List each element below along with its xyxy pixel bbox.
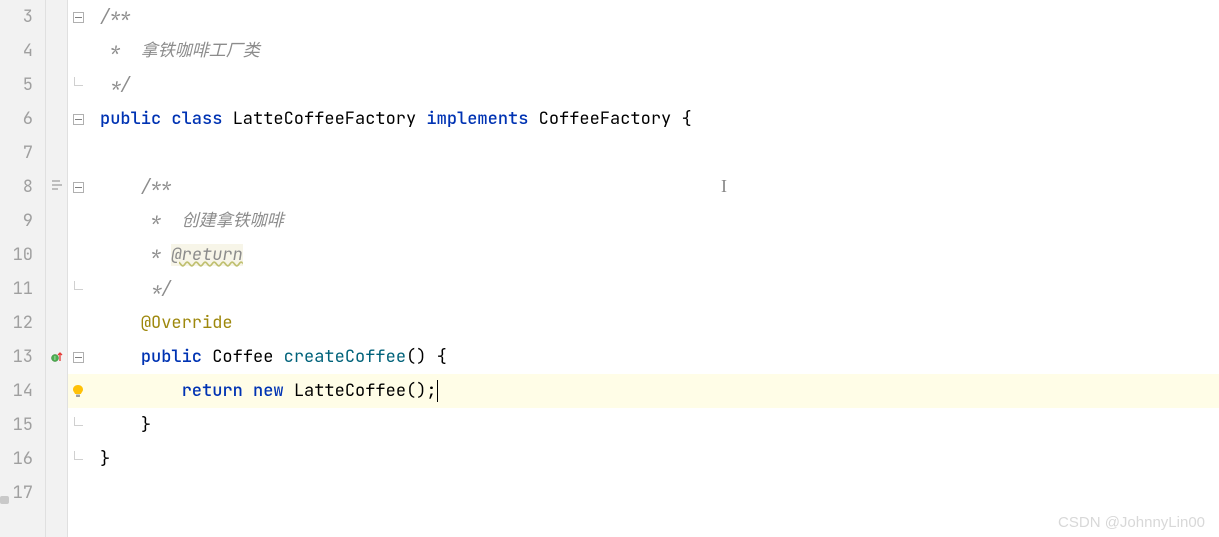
code-line: /**: [88, 170, 1219, 204]
fold-end-icon: [74, 417, 83, 426]
svg-text:I: I: [54, 356, 55, 362]
line-number[interactable]: 9: [0, 204, 41, 238]
line-number[interactable]: 6: [0, 102, 41, 136]
code-line: * @return: [88, 238, 1219, 272]
bookmark-icon[interactable]: [51, 178, 63, 197]
line-number[interactable]: 12: [0, 306, 41, 340]
code-line: @Override: [88, 306, 1219, 340]
code-line: public class LatteCoffeeFactory implemen…: [88, 102, 1219, 136]
fold-toggle-icon[interactable]: [73, 12, 84, 23]
fold-end-icon: [74, 451, 83, 460]
code-text-area[interactable]: /** * 拿铁咖啡工厂类 */ public class LatteCoffe…: [88, 0, 1219, 537]
line-number[interactable]: 3: [0, 0, 41, 34]
code-line: /**: [88, 0, 1219, 34]
scrollbar-thumb[interactable]: [0, 496, 9, 504]
line-number[interactable]: 14: [0, 374, 41, 408]
intention-bulb-icon[interactable]: [71, 384, 85, 398]
fold-end-icon: [74, 77, 83, 86]
code-editor: 3 4 5 6 7 8 9 10 11 12 13 14 15 16 17 I: [0, 0, 1219, 537]
override-up-icon[interactable]: I: [51, 351, 63, 363]
line-number[interactable]: 17: [0, 476, 41, 510]
fold-toggle-icon[interactable]: [73, 114, 84, 125]
code-line: * 拿铁咖啡工厂类: [88, 34, 1219, 68]
fold-end-icon: [74, 281, 83, 290]
fold-toggle-icon[interactable]: [73, 352, 84, 363]
watermark-text: CSDN @JohnnyLin00: [1058, 514, 1205, 531]
text-caret: [437, 380, 438, 402]
line-number[interactable]: 16: [0, 442, 41, 476]
code-line: public Coffee createCoffee() {: [88, 340, 1219, 374]
line-number[interactable]: 7: [0, 136, 41, 170]
line-number-gutter: 3 4 5 6 7 8 9 10 11 12 13 14 15 16 17: [0, 0, 46, 537]
code-line: [88, 136, 1219, 170]
mouse-text-cursor-icon: I: [721, 176, 727, 197]
fold-column: [68, 0, 88, 537]
code-line: [88, 476, 1219, 510]
gutter-icon-column: I: [46, 0, 68, 537]
code-line: }: [88, 442, 1219, 476]
code-line-current: return new LatteCoffee();: [88, 374, 1219, 408]
line-number[interactable]: 10: [0, 238, 41, 272]
code-line: }: [88, 408, 1219, 442]
line-number[interactable]: 4: [0, 34, 41, 68]
line-number[interactable]: 5: [0, 68, 41, 102]
code-line: */: [88, 68, 1219, 102]
fold-toggle-icon[interactable]: [73, 182, 84, 193]
line-number[interactable]: 13: [0, 340, 41, 374]
line-number[interactable]: 15: [0, 408, 41, 442]
line-number[interactable]: 8: [0, 170, 41, 204]
code-line: * 创建拿铁咖啡: [88, 204, 1219, 238]
code-line: */: [88, 272, 1219, 306]
line-number[interactable]: 11: [0, 272, 41, 306]
